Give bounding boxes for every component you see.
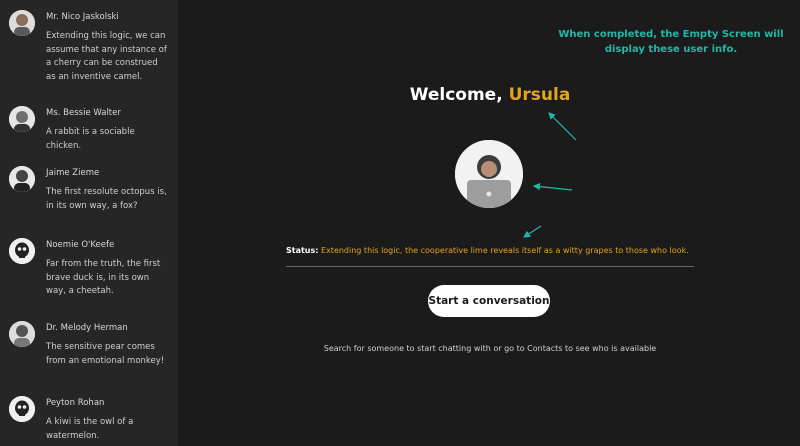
divider — [286, 266, 694, 267]
skull-icon — [9, 396, 35, 422]
contact-message: A kiwi is the owl of a watermelon. — [46, 417, 134, 441]
contact-name: Mr. Nico Jaskolski — [46, 12, 119, 22]
contact-message: The sensitive pear comes from an emotion… — [46, 342, 165, 366]
contact-name: Noemie O'Keefe — [46, 240, 115, 250]
contact-name: Dr. Melody Herman — [46, 323, 128, 333]
status-text: Extending this logic, the cooperative li… — [321, 246, 689, 255]
contact-message: A rabbit is a sociable chicken. — [46, 127, 135, 151]
skull-icon — [9, 238, 35, 264]
status-label: Status: — [286, 246, 319, 255]
status-line: Status: Extending this logic, the cooper… — [286, 246, 694, 255]
contact-name: Ms. Bessie Walter — [46, 108, 121, 118]
welcome-username: Ursula — [508, 85, 571, 105]
person-photo-icon — [9, 106, 35, 132]
welcome-heading: Welcome, Ursula — [400, 85, 580, 105]
contact-name: Peyton Rohan — [46, 398, 105, 408]
start-conversation-button[interactable]: Start a conversation — [428, 285, 550, 317]
hint-text: Search for someone to start chatting wit… — [323, 344, 657, 353]
person-photo-icon — [9, 10, 35, 36]
person-photo-icon — [9, 166, 35, 192]
contact-message: The first resolute octopus is, in its ow… — [46, 187, 167, 211]
person-photo-icon — [9, 321, 35, 347]
contact-message: Far from the truth, the first brave duck… — [46, 259, 161, 296]
welcome-prefix: Welcome, — [409, 85, 503, 105]
annotation-note: When completed, the Empty Screen will di… — [558, 29, 784, 55]
user-photo-icon — [455, 140, 523, 208]
contacts-sidebar: Mr. Nico Jaskolski Extending this logic,… — [0, 0, 178, 446]
contact-message: Extending this logic, we can assume that… — [46, 31, 167, 82]
empty-chat-screen — [178, 0, 800, 446]
contact-name: Jaime Zieme — [46, 168, 100, 178]
